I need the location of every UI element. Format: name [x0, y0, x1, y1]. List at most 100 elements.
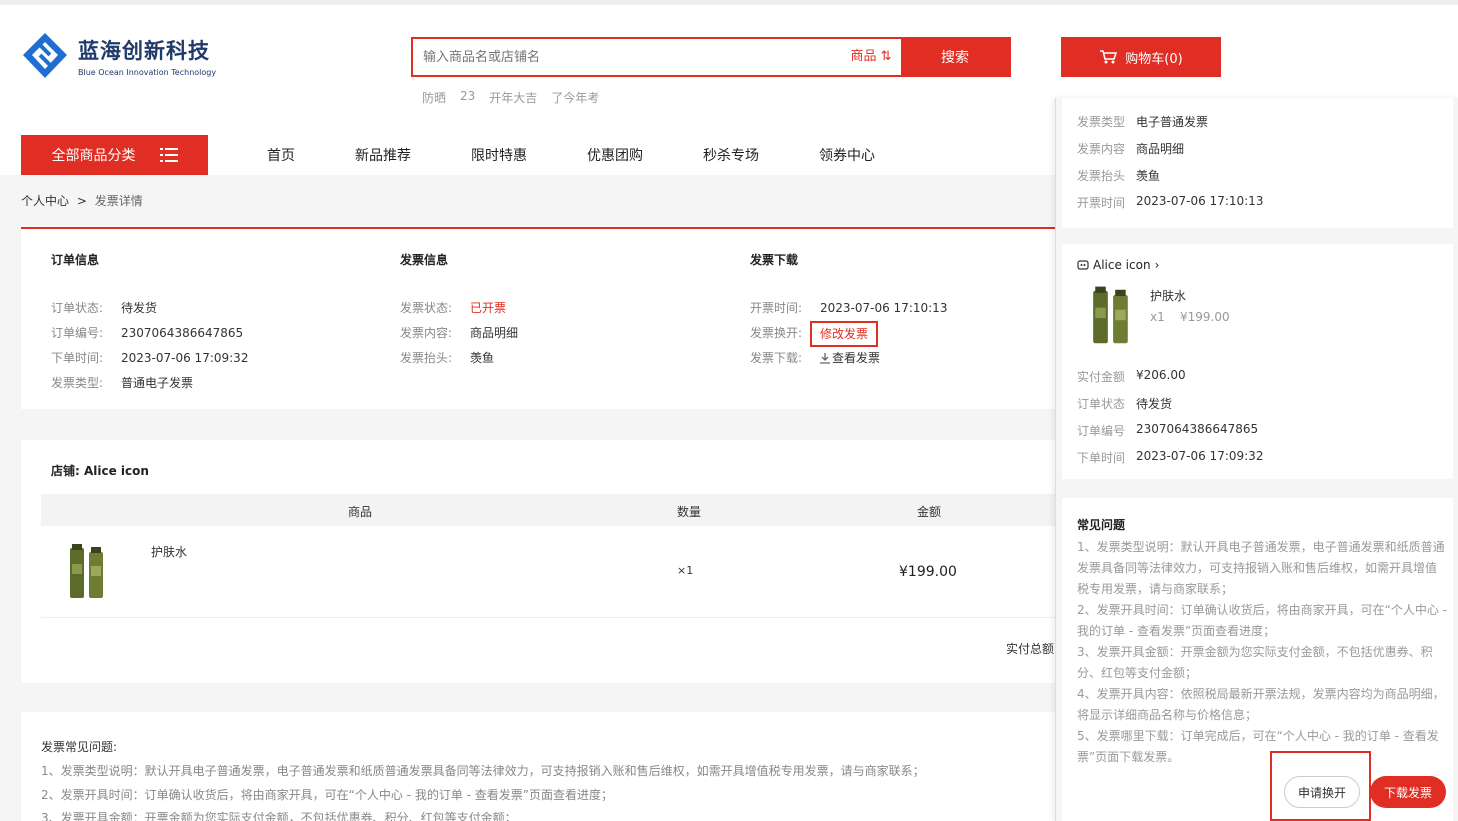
order-time: 2023-07-06 17:09:32 [121, 351, 249, 365]
breadcrumb-current: 发票详情 [94, 194, 143, 208]
download-icon [820, 353, 830, 364]
nav-item-sale[interactable]: 限时特惠 [471, 145, 527, 165]
faq-line: 3、发票开具金额：开票金额为您实际支付金额，不包括优惠券、积 [1077, 645, 1433, 659]
invoice-status: 已开票 [470, 301, 507, 315]
order-info-section: 订单信息 订单状态: 待发货 订单编号: 2307064386647865 下单时间… [51, 251, 248, 396]
nav-item-coupon[interactable]: 领券中心 [819, 145, 875, 165]
field-label: 开票时间 [1077, 196, 1126, 210]
drawer-issue-time: 2023-07-06 17:10:13 [1136, 194, 1264, 208]
col-header-amount: 金额 [917, 505, 942, 519]
field-label: 发票内容: [400, 326, 453, 340]
drawer-order-time: 2023-07-06 17:09:32 [1136, 449, 1264, 463]
field-label: 实付金额 [1077, 370, 1126, 384]
invoice-info-title: 发票信息 [400, 253, 449, 267]
search-type-toggle[interactable]: 商品 ⇅ [841, 39, 901, 75]
drawer-paid-amount: ¥206.00 [1136, 368, 1186, 382]
col-header-qty: 数量 [677, 505, 702, 519]
product-image[interactable] [67, 544, 107, 600]
field-label: 下单时间 [1077, 451, 1126, 465]
product-quantity: ×1 [677, 564, 694, 577]
field-label: 发票内容 [1077, 142, 1126, 156]
drawer-invoice-content: 商品明细 [1136, 142, 1185, 156]
invoice-type: 普通电子发票 [121, 376, 194, 390]
drawer-product-name: 护肤水 [1150, 289, 1187, 303]
invoice-download-title: 发票下载 [750, 253, 799, 267]
faq-line: 发票具备同等法律效力，可支持报销入账和售后维权，如需开具增值 [1077, 561, 1438, 575]
all-categories-label: 全部商品分类 [51, 148, 136, 164]
product-amount: ¥199.00 [899, 564, 957, 580]
invoice-info-section: 发票信息 发票状态: 已开票 发票内容: 商品明细 发票抬头: 羡鱼 [400, 251, 518, 371]
view-invoice-link[interactable]: 查看发票 [820, 346, 880, 371]
drawer-product-image[interactable] [1090, 286, 1132, 346]
faq-line: 票”页面下载发票。 [1077, 750, 1180, 764]
download-invoice-button[interactable]: 下载发票 [1370, 776, 1446, 808]
field-label: 发票状态: [400, 301, 453, 315]
drawer-invoice-type: 电子普通发票 [1136, 115, 1209, 129]
cart-button[interactable]: 购物车(0) [1061, 37, 1221, 77]
drawer-faq-section: 常见问题 1、发票类型说明：默认开具电子普通发票，电子普通发票和纸质普通 发票具… [1062, 498, 1453, 821]
drawer-order-section: Alice icon › 护肤水 x1 ¥199.00 实付金额 ¥206.00 … [1062, 244, 1453, 479]
logo-subtitle: Blue Ocean Innovation Technology [78, 68, 217, 77]
invoice-download-section: 发票下载 开票时间: 2023-07-06 17:10:13 发票换开: 修改发票 … [750, 251, 947, 371]
drawer-shop-name: Alice icon [1093, 258, 1151, 272]
drawer-invoice-section: 发票类型 电子普通发票 发票内容 商品明细 发票抬头 羡鱼 开票时间 2023-07-0… [1062, 98, 1453, 228]
product-name[interactable]: 护肤水 [151, 543, 187, 560]
col-header-goods: 商品 [348, 505, 373, 519]
nav-item-group[interactable]: 优惠团购 [587, 145, 643, 165]
hotword-link[interactable]: 防晒 [422, 89, 446, 106]
faq-card: 发票常见问题: 1、发票类型说明：默认开具电子普通发票，电子普通发票和纸质普通发… [21, 712, 1061, 821]
table-row: 护肤水 ×1 ¥199.00 [41, 526, 1061, 618]
faq-line: 将显示详细商品名称与价格信息； [1077, 708, 1258, 722]
invoice-detail-drawer: 发票类型 电子普通发票 发票内容 商品明细 发票抬头 羡鱼 开票时间 2023-07-0… [1055, 98, 1458, 821]
hotword-link[interactable]: 了今年考 [551, 89, 599, 106]
cart-icon [1100, 50, 1118, 64]
logo[interactable]: 蓝海创新科技 Blue Ocean Innovation Technology [20, 31, 216, 81]
chevron-right-icon: › [1154, 258, 1160, 272]
drawer-order-number: 2307064386647865 [1136, 422, 1259, 436]
logo-icon [23, 33, 67, 78]
order-info-title: 订单信息 [51, 253, 100, 267]
drawer-invoice-header: 羡鱼 [1136, 169, 1161, 183]
field-label: 发票抬头 [1077, 169, 1126, 183]
logo-title: 蓝海创新科技 [78, 39, 210, 63]
drawer-faq-title: 常见问题 [1077, 518, 1126, 532]
breadcrumb-home[interactable]: 个人中心 [21, 194, 69, 208]
search-button[interactable]: 搜索 [901, 39, 1009, 75]
shop-icon [1077, 260, 1089, 270]
faq-line: 5、发票哪里下载：订单完成后，可在“个人中心 - 我的订单 - 查看发 [1077, 729, 1439, 743]
nav-item-new[interactable]: 新品推荐 [355, 145, 411, 165]
issue-time: 2023-07-06 17:10:13 [820, 301, 948, 315]
nav-item-flash[interactable]: 秒杀专场 [703, 145, 759, 165]
field-label: 下单时间: [51, 351, 104, 365]
field-label: 发票类型 [1077, 115, 1126, 129]
faq-line: 1、发票类型说明：默认开具电子普通发票，电子普通发票和纸质普通发票具备同等法律效… [41, 764, 925, 778]
breadcrumb: 个人中心 > 发票详情 [21, 192, 143, 209]
hotword-link[interactable]: 23 [460, 89, 475, 106]
apply-reissue-button[interactable]: 申请换开 [1284, 776, 1360, 808]
faq-line: 1、发票类型说明：默认开具电子普通发票，电子普通发票和纸质普通 [1077, 540, 1445, 554]
order-status: 待发货 [121, 301, 158, 315]
drawer-product-price: x1 ¥199.00 [1150, 310, 1230, 324]
field-label: 开票时间: [750, 301, 803, 315]
nav-item-home[interactable]: 首页 [267, 145, 295, 165]
field-label: 发票下载: [750, 351, 803, 365]
goods-table-header: 商品 数量 金额 [41, 494, 1061, 526]
faq-line: 分、红包等支付金额； [1077, 666, 1198, 680]
drawer-shop-link[interactable]: Alice icon › [1077, 258, 1159, 272]
modify-invoice-link[interactable]: 修改发票 [810, 321, 879, 347]
faq-line: 税专用发票，请与商家联系； [1077, 582, 1234, 596]
faq-line: 2、发票开具时间：订单确认收货后，将由商家开具，可在“个人中心 - 我的订单 -… [41, 788, 613, 802]
goods-card: 店铺: Alice icon 商品 数量 金额 护肤水 ×1 ¥199.00 实… [21, 440, 1061, 683]
hot-search-words: 防晒 23 开年大吉 了今年考 [422, 89, 599, 106]
order-number: 2307064386647865 [121, 326, 244, 340]
hotword-link[interactable]: 开年大吉 [489, 89, 537, 106]
field-label: 订单状态 [1077, 397, 1126, 411]
drawer-order-status: 待发货 [1136, 397, 1173, 411]
main-nav: 首页 新品推荐 限时特惠 优惠团购 秒杀专场 领券中心 [267, 135, 935, 175]
all-categories-button[interactable]: 全部商品分类 [21, 135, 208, 175]
faq-line: 2、发票开具时间：订单确认收货后，将由商家开具，可在“个人中心 - [1077, 603, 1447, 617]
faq-line: 3、发票开具金额：开票金额为您实际支付金额，不包括优惠券、积分、红包等支付金额； [41, 811, 517, 821]
field-label: 订单状态: [51, 301, 104, 315]
breadcrumb-separator: > [76, 194, 87, 208]
search-input[interactable] [413, 39, 841, 75]
